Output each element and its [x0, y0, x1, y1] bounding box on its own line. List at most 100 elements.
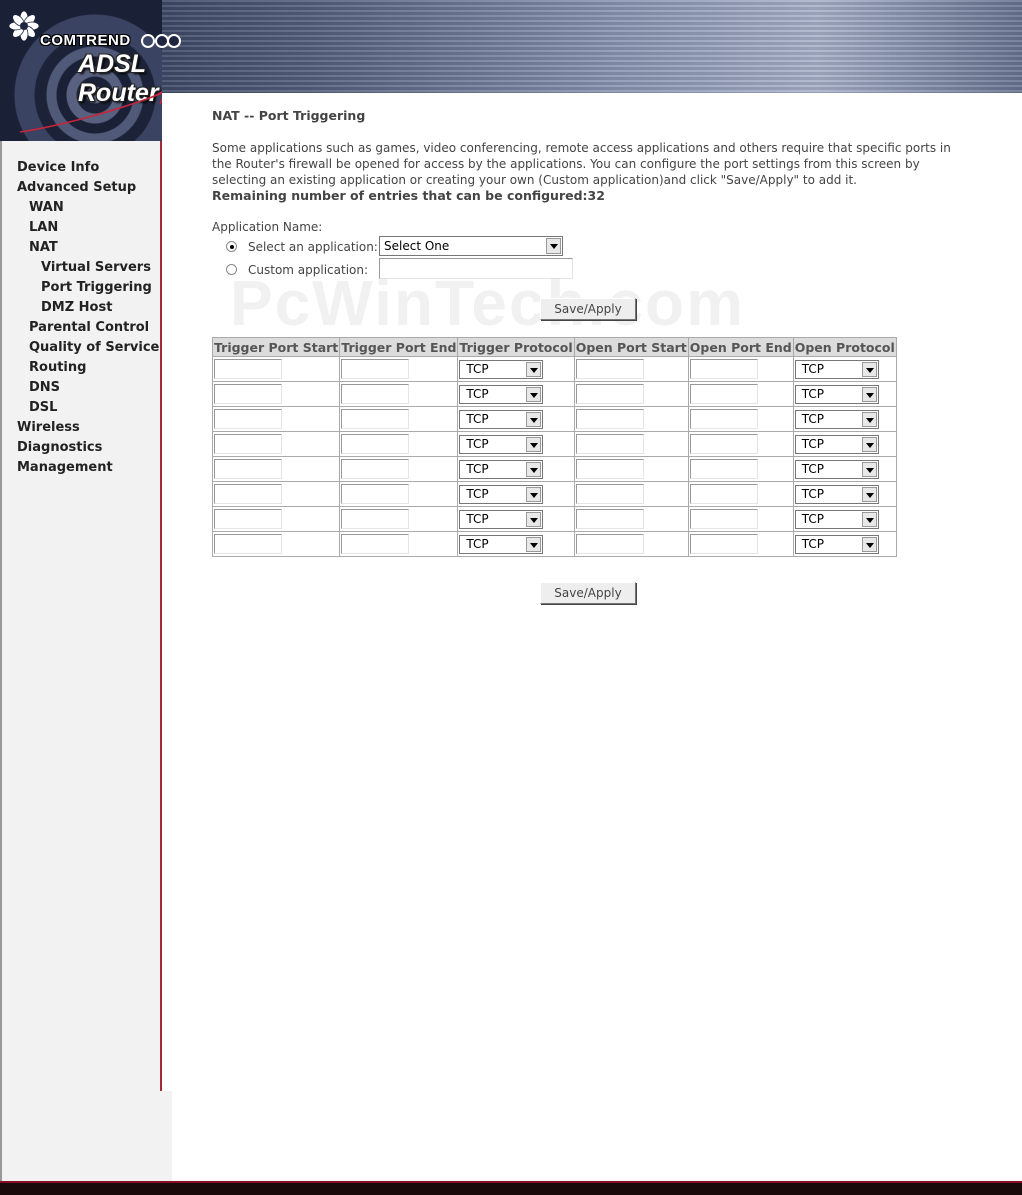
table-cell-open-protocol: TCP — [792, 456, 897, 482]
chevron-down-icon — [526, 461, 542, 477]
protocol-value: TCP — [801, 361, 824, 376]
trigger-end-input[interactable] — [341, 534, 410, 554]
table-cell-open-start — [573, 481, 689, 507]
sidebar-item-quality-of-service[interactable]: Quality of Service — [29, 340, 159, 355]
protocol-value: TCP — [466, 411, 489, 426]
open-start-input[interactable] — [575, 534, 644, 554]
sidebar-item-dns[interactable]: DNS — [29, 380, 60, 395]
table-cell-open-protocol: TCP — [792, 531, 897, 557]
sidebar-item-advanced-setup[interactable]: Advanced Setup — [17, 180, 136, 195]
sidebar-item-nat[interactable]: NAT — [29, 240, 58, 255]
sidebar-item-wireless[interactable]: Wireless — [17, 420, 80, 435]
sidebar-item-virtual-servers[interactable]: Virtual Servers — [41, 260, 151, 275]
chevron-down-icon — [526, 436, 542, 452]
remaining-entries: Remaining number of entries that can be … — [212, 188, 605, 203]
trigger-end-input[interactable] — [341, 484, 410, 504]
table-cell-trigger-protocol: TCP — [457, 531, 575, 557]
open-protocol-select[interactable]: TCP — [794, 409, 879, 429]
open-start-input[interactable] — [575, 384, 644, 404]
trigger-end-input[interactable] — [341, 509, 410, 529]
chevron-down-icon — [526, 411, 542, 427]
sidebar-item-management[interactable]: Management — [17, 460, 113, 475]
sidebar-item-parental-control[interactable]: Parental Control — [29, 320, 149, 335]
sidebar-item-dsl[interactable]: DSL — [29, 400, 57, 415]
open-end-input[interactable] — [689, 459, 758, 479]
header-open-protocol: Open Protocol — [792, 337, 897, 357]
table-cell-trigger-protocol: TCP — [457, 381, 575, 407]
table-cell-open-end — [687, 406, 794, 432]
open-end-input[interactable] — [689, 509, 758, 529]
trigger-protocol-select[interactable]: TCP — [459, 409, 544, 429]
trigger-protocol-select[interactable]: TCP — [459, 459, 544, 479]
page-title: NAT -- Port Triggering — [212, 108, 366, 123]
protocol-value: TCP — [801, 486, 824, 501]
open-end-input[interactable] — [689, 359, 758, 379]
table-cell-trigger-protocol: TCP — [457, 481, 575, 507]
trigger-start-input[interactable] — [214, 509, 282, 529]
radio-selected-dot — [230, 245, 234, 249]
open-protocol-select[interactable]: TCP — [794, 384, 879, 404]
sidebar-item-device-info[interactable]: Device Info — [17, 160, 99, 175]
chevron-down-icon — [861, 536, 877, 552]
open-protocol-select[interactable]: TCP — [794, 359, 879, 379]
table-cell-trigger-start — [211, 531, 341, 557]
open-start-input[interactable] — [575, 409, 644, 429]
select-application-radio[interactable] — [226, 241, 237, 252]
trigger-protocol-select[interactable]: TCP — [459, 434, 544, 454]
open-end-input[interactable] — [689, 384, 758, 404]
chevron-down-icon — [526, 486, 542, 502]
protocol-value: TCP — [466, 436, 489, 451]
open-protocol-select[interactable]: TCP — [794, 434, 879, 454]
chevron-down-icon — [861, 436, 877, 452]
open-protocol-select[interactable]: TCP — [794, 534, 879, 554]
open-end-input[interactable] — [689, 434, 758, 454]
sidebar-item-lan[interactable]: LAN — [29, 220, 58, 235]
application-select-value: Select One — [384, 239, 450, 253]
trigger-start-input[interactable] — [214, 484, 282, 504]
table-cell-open-start — [573, 456, 689, 482]
trigger-start-input[interactable] — [214, 434, 282, 454]
open-end-input[interactable] — [689, 484, 758, 504]
open-end-input[interactable] — [689, 409, 758, 429]
save-apply-button-top[interactable]: Save/Apply — [540, 298, 636, 320]
trigger-end-input[interactable] — [341, 434, 410, 454]
trigger-end-input[interactable] — [341, 409, 410, 429]
sidebar-item-wan[interactable]: WAN — [29, 200, 64, 215]
trigger-start-input[interactable] — [214, 409, 282, 429]
open-start-input[interactable] — [575, 434, 644, 454]
table-cell-trigger-start — [211, 431, 341, 457]
sidebar-item-dmz-host[interactable]: DMZ Host — [41, 300, 112, 315]
open-protocol-select[interactable]: TCP — [794, 459, 879, 479]
open-protocol-select[interactable]: TCP — [794, 484, 879, 504]
trigger-start-input[interactable] — [214, 359, 282, 379]
chevron-down-icon — [526, 386, 542, 402]
trigger-protocol-select[interactable]: TCP — [459, 359, 544, 379]
trigger-protocol-select[interactable]: TCP — [459, 484, 544, 504]
application-select[interactable]: Select One — [379, 236, 563, 256]
open-protocol-select[interactable]: TCP — [794, 509, 879, 529]
trigger-protocol-select[interactable]: TCP — [459, 509, 544, 529]
open-start-input[interactable] — [575, 459, 644, 479]
open-start-input[interactable] — [575, 359, 644, 379]
trigger-protocol-select[interactable]: TCP — [459, 534, 544, 554]
sidebar-item-routing[interactable]: Routing — [29, 360, 86, 375]
trigger-protocol-select[interactable]: TCP — [459, 384, 544, 404]
open-start-input[interactable] — [575, 484, 644, 504]
save-apply-button-bottom[interactable]: Save/Apply — [540, 582, 636, 604]
table-row: TCP TCP — [211, 506, 897, 532]
sidebar-item-port-triggering[interactable]: Port Triggering — [41, 280, 152, 295]
chevron-down-icon — [546, 238, 561, 254]
sidebar-item-diagnostics[interactable]: Diagnostics — [17, 440, 102, 455]
open-start-input[interactable] — [575, 509, 644, 529]
trigger-start-input[interactable] — [214, 384, 282, 404]
trigger-start-input[interactable] — [214, 459, 282, 479]
red-swoosh-graphic — [19, 91, 162, 133]
trigger-end-input[interactable] — [341, 359, 410, 379]
trigger-end-input[interactable] — [341, 459, 410, 479]
table-row: TCP TCP — [211, 356, 897, 382]
trigger-start-input[interactable] — [214, 534, 282, 554]
trigger-end-input[interactable] — [341, 384, 410, 404]
open-end-input[interactable] — [689, 534, 758, 554]
table-cell-open-start — [573, 406, 689, 432]
table-cell-trigger-protocol: TCP — [457, 456, 575, 482]
